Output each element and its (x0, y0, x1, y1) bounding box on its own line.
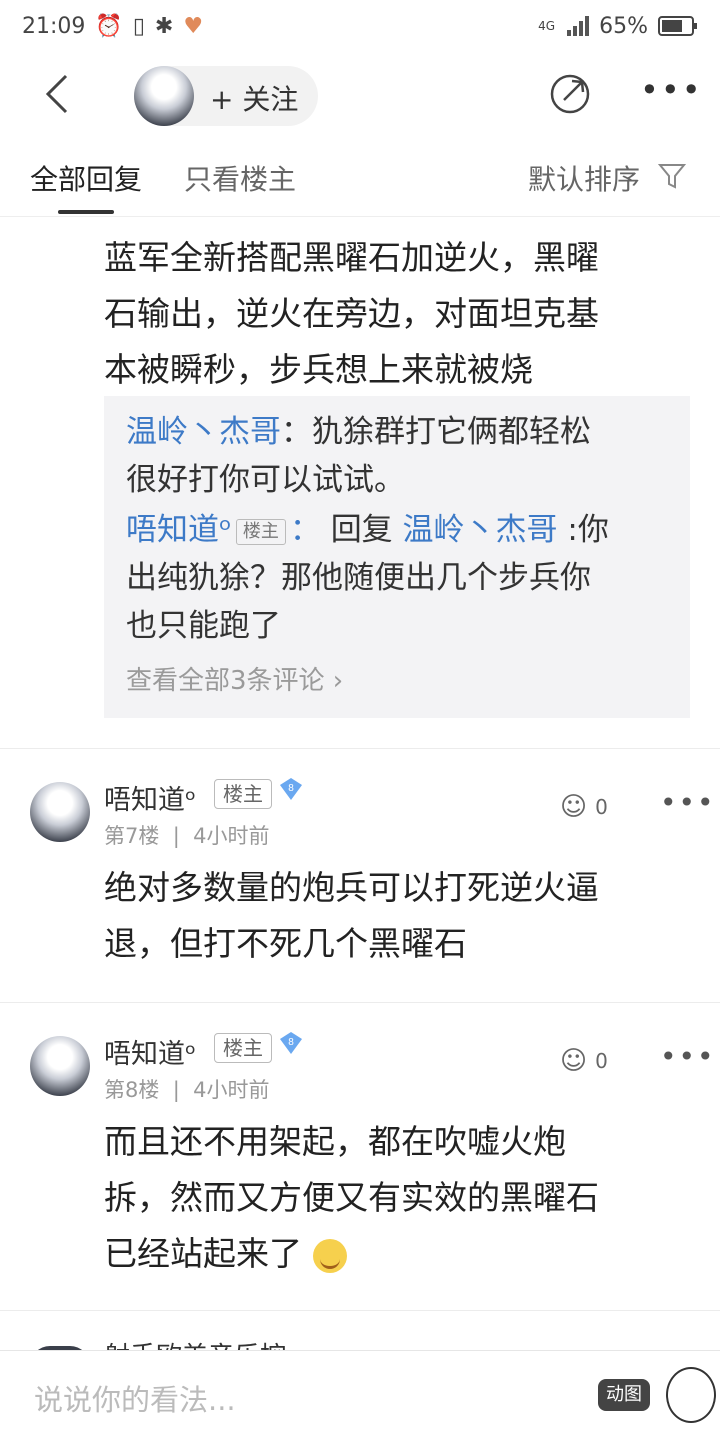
sub-reply-2[interactable]: 唔知道ᵒ 楼主： 回复 温岭丶杰哥 :你 (126, 506, 676, 554)
back-icon[interactable] (40, 72, 76, 116)
follow-button[interactable]: + 关注 (134, 66, 318, 126)
clock: 21:09 (22, 13, 86, 39)
active-tab-indicator (58, 210, 114, 214)
share-icon[interactable] (548, 72, 592, 116)
avatar[interactable] (134, 66, 194, 126)
divider (0, 1002, 720, 1003)
floor-meta: 第8楼 | 4小时前 (104, 1078, 270, 1102)
reply-body: 绝对多数量的炮兵可以打死逆火逼 退，但打不死几个黑曜石 (104, 868, 599, 963)
post-line: 石输出，逆火在旁边，对面坦克基 (104, 294, 599, 333)
battery-percent: 65% (599, 13, 648, 39)
level-badge-icon: 8 (280, 778, 302, 800)
tab-only-op[interactable]: 只看楼主 (184, 158, 296, 198)
like-icon: ☺ (560, 1046, 588, 1076)
reply-username[interactable]: 唔知道ᵒ (126, 512, 232, 548)
follow-label: + 关注 (210, 83, 299, 116)
like-button[interactable]: ☺ 0 (560, 792, 608, 822)
top-bar: + 关注 ••• (0, 52, 720, 136)
sort-dropdown[interactable]: 默认排序 (528, 158, 640, 198)
floor-meta: 第7楼 | 4小时前 (104, 824, 270, 848)
svg-text:8: 8 (288, 1037, 294, 1048)
like-icon: ☺ (560, 792, 588, 822)
username[interactable]: 唔知道ᵒ (104, 778, 196, 817)
tab-all-replies[interactable]: 全部回复 (30, 158, 142, 198)
comment-bar: 说说你的看法... 动图 (0, 1350, 720, 1441)
reply-target[interactable]: 温岭丶杰哥 (403, 512, 558, 548)
like-button[interactable]: ☺ 0 (560, 1046, 608, 1076)
bluetooth-icon: ✱ (154, 13, 174, 39)
filter-icon[interactable] (658, 162, 686, 190)
sub-reply-2-cont: 也只能跑了 (126, 608, 281, 644)
svg-text:8: 8 (288, 783, 294, 794)
divider (0, 1310, 720, 1311)
avatar[interactable] (30, 782, 90, 842)
avatar[interactable] (30, 1036, 90, 1096)
health-icon: ♥ (183, 13, 204, 39)
level-badge-icon: 8 (280, 1032, 302, 1054)
signal-icon (567, 16, 590, 36)
sub-reply-2-cont: 出纯犰狳？那他随便出几个步兵你 (126, 560, 591, 596)
vibrate-icon: ▯ (132, 13, 145, 39)
op-badge: 楼主 (235, 518, 286, 545)
reply-body: 而且还不用架起，都在吹嘘火炮 拆，然而又方便又有实效的黑曜石 已经站起来了 (104, 1122, 599, 1273)
sub-replies-box: 温岭丶杰哥：犰狳群打它俩都轻松 很好打你可以试试。 唔知道ᵒ 楼主： 回复 温岭丶… (104, 396, 690, 718)
post-line: 本被瞬秒，步兵想上来就被烧 (104, 350, 533, 389)
sticker-panda-icon[interactable] (666, 1367, 716, 1423)
username[interactable]: 唔知道ᵒ (104, 1032, 196, 1071)
tab-bar: 全部回复 只看楼主 默认排序 (0, 136, 720, 217)
more-icon[interactable]: ••• (660, 1040, 716, 1073)
more-icon[interactable]: ••• (640, 74, 701, 118)
more-icon[interactable]: ••• (660, 786, 716, 819)
alarm-icon: ⏰ (95, 13, 123, 39)
post-line: 蓝军全新搭配黑曜石加逆火，黑曜 (104, 238, 599, 277)
status-bar: 21:09 ⏰ ▯ ✱ ♥ 4G 65% (0, 0, 720, 52)
grin-emoji-icon (312, 1238, 347, 1273)
gif-button[interactable]: 动图 (598, 1379, 650, 1411)
battery-icon (658, 16, 697, 36)
sub-reply-1[interactable]: 温岭丶杰哥：犰狳群打它俩都轻松 (126, 408, 676, 456)
sub-reply-1-cont: 很好打你可以试试。 (126, 462, 405, 498)
comment-input[interactable]: 说说你的看法... (34, 1377, 236, 1419)
network-label: 4G (538, 19, 556, 33)
op-badge: 楼主 (214, 779, 272, 809)
divider (0, 748, 720, 749)
reply-username[interactable]: 温岭丶杰哥 (126, 414, 281, 450)
post-body: 蓝军全新搭配黑曜石加逆火，黑曜 石输出，逆火在旁边，对面坦克基 本被瞬秒，步兵想… (104, 230, 684, 398)
op-badge: 楼主 (214, 1033, 272, 1063)
view-all-comments-link[interactable]: 查看全部3条评论 › (126, 660, 343, 697)
